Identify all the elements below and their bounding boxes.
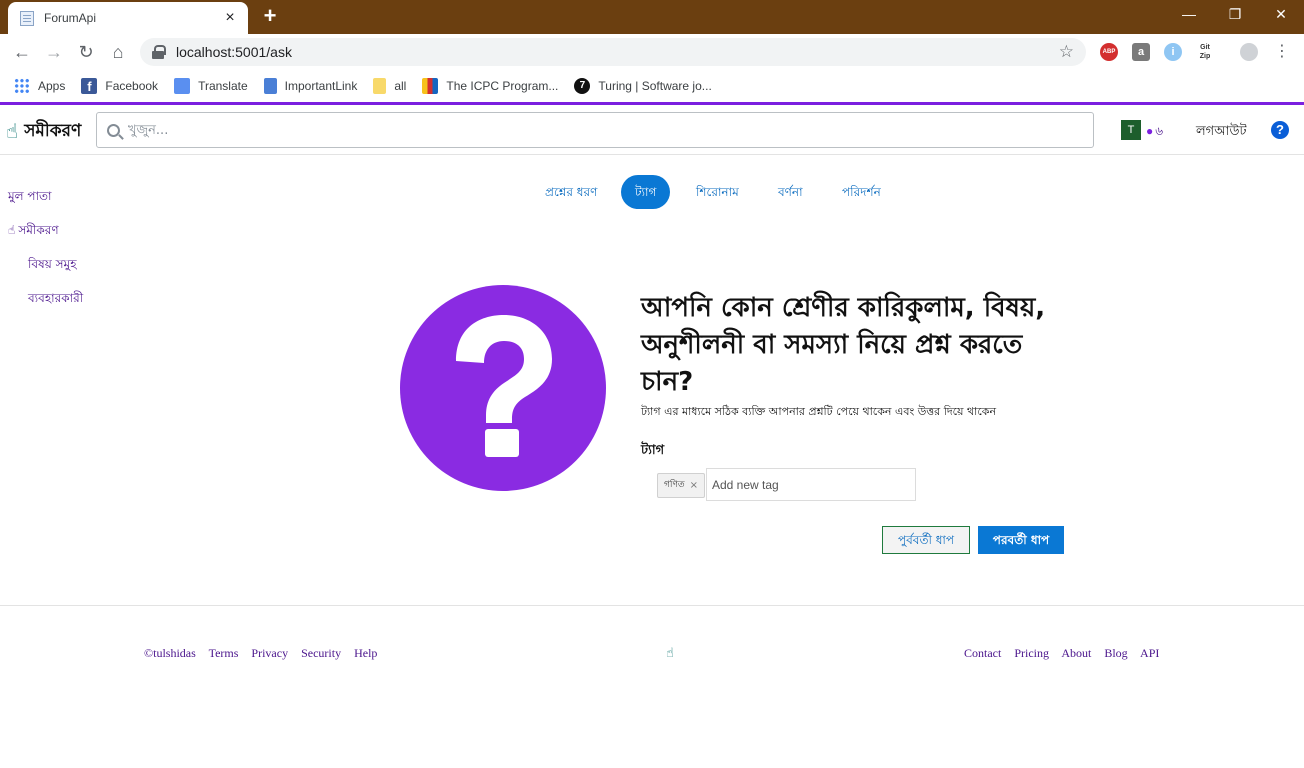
page-favicon-icon: [20, 10, 34, 26]
browser-toolbar: ← → ↻ ⌂ localhost:5001/ask ☆ ABP a i Git…: [0, 34, 1304, 70]
home-icon[interactable]: ⌂: [104, 38, 132, 66]
badge-dot-icon: ●: [1146, 124, 1154, 138]
hand-nav-icon: ☝: [8, 223, 16, 237]
search-box[interactable]: [96, 112, 1094, 148]
tag-chip[interactable]: গণিত ×: [657, 473, 706, 498]
footer-right-links: Contact Pricing About Blog API: [964, 646, 1159, 661]
tag-field-label: ট্যাগ: [641, 443, 665, 458]
tab-title: ForumApi: [44, 11, 97, 25]
tab-description[interactable]: বর্ণনা: [778, 175, 803, 209]
footer-security-link[interactable]: Security: [301, 646, 341, 660]
reputation-count: ৬: [1155, 124, 1164, 138]
footer-pricing-link[interactable]: Pricing: [1014, 646, 1049, 660]
site-header: ☝ সমীকরণ T ●৬ লগআউট ?: [0, 105, 1304, 155]
nav-site-label: সমীকরণ: [18, 223, 59, 237]
nav-site[interactable]: ☝ সমীকরণ: [8, 222, 59, 242]
footer-divider: [0, 605, 1304, 606]
site-logo[interactable]: ☝ সমীকরণ: [6, 118, 81, 146]
footer-help-link[interactable]: Help: [354, 646, 377, 660]
site-name: সমীকরণ: [24, 121, 82, 141]
browser-tabstrip: ForumApi × + — ❐ ✕: [0, 0, 1304, 34]
turing-icon: 7: [574, 78, 591, 94]
next-step-button[interactable]: পরবর্তী ধাপ: [978, 526, 1064, 554]
nav-users[interactable]: ব্যবহারকারী: [28, 290, 83, 310]
bookmark-all[interactable]: all: [373, 78, 406, 94]
restore-window-icon[interactable]: ❐: [1212, 0, 1258, 30]
tag-remove-icon[interactable]: ×: [690, 474, 698, 497]
nav-topics[interactable]: বিষয় সমুহ: [28, 256, 77, 276]
document-icon: [263, 78, 277, 94]
forward-icon[interactable]: →: [40, 38, 68, 66]
footer-api-link[interactable]: API: [1140, 646, 1159, 660]
bookmark-star-icon[interactable]: ☆: [1059, 42, 1074, 62]
url-text: localhost:5001/ask: [176, 44, 292, 60]
bookmark-apps[interactable]: Apps: [14, 78, 65, 94]
back-icon[interactable]: ←: [8, 38, 36, 66]
close-window-icon[interactable]: ✕: [1258, 0, 1304, 30]
translate-icon: [174, 78, 191, 94]
tab-tags[interactable]: ট্যাগ: [621, 175, 671, 209]
minimize-window-icon[interactable]: —: [1166, 0, 1212, 30]
bookmark-facebook[interactable]: f Facebook: [81, 78, 158, 94]
tag-chip-label: গণিত: [664, 480, 685, 490]
bookmark-turing[interactable]: 7 Turing | Software jo...: [574, 78, 712, 94]
browser-menu-icon[interactable]: ⋮: [1268, 38, 1296, 66]
help-icon[interactable]: ?: [1271, 121, 1289, 139]
search-icon: [107, 123, 120, 137]
a-extension-icon[interactable]: a: [1132, 43, 1150, 61]
page-heading: আপনি কোন শ্রেণীর কারিকুলাম, বিষয়, অনুশী…: [641, 293, 1046, 397]
tag-input[interactable]: [706, 468, 916, 501]
bookmarks-bar: Apps f Facebook Translate ImportantLink …: [0, 70, 1304, 102]
tab-question-type[interactable]: প্রশ্নের ধরণ: [545, 175, 597, 209]
hand-logo-icon: ☝: [6, 121, 19, 143]
question-mark-icon: [400, 285, 606, 491]
search-input[interactable]: [128, 122, 1093, 138]
reload-icon[interactable]: ↻: [72, 38, 100, 66]
user-avatar[interactable]: T: [1121, 120, 1141, 140]
previous-step-button[interactable]: পুর্ববর্তী ধাপ: [882, 526, 970, 554]
facebook-icon: f: [81, 78, 98, 94]
footer-terms-link[interactable]: Terms: [209, 646, 239, 660]
footer-blog-link[interactable]: Blog: [1104, 646, 1127, 660]
footer-privacy-link[interactable]: Privacy: [251, 646, 288, 660]
adblock-extension-icon[interactable]: ABP: [1100, 43, 1118, 61]
tab-review[interactable]: পরিদর্শন: [842, 175, 881, 209]
nav-home[interactable]: মুল পাতা: [8, 188, 52, 208]
footer-left-links: ©tulshidas Terms Privacy Security Help: [144, 646, 377, 661]
lock-icon: [152, 45, 166, 59]
footer-contact-link[interactable]: Contact: [964, 646, 1001, 660]
info-extension-icon[interactable]: i: [1164, 43, 1182, 61]
footer-copyright: ©tulshidas: [144, 646, 196, 660]
bookmark-icpc[interactable]: The ICPC Program...: [422, 78, 558, 94]
footer-hand-logo-icon[interactable]: ☝: [666, 645, 674, 661]
address-bar[interactable]: localhost:5001/ask ☆: [140, 38, 1086, 66]
folder-icon: [373, 78, 387, 94]
tab-title[interactable]: শিরোনাম: [696, 175, 739, 209]
new-tab-button[interactable]: +: [258, 4, 282, 28]
page-subheading: ট্যাগ এর মাধ্যমে সঠিক ব্যক্তি আপনার প্রশ…: [641, 405, 997, 418]
tab-close-icon[interactable]: ×: [222, 9, 238, 27]
bookmark-importantlink[interactable]: ImportantLink: [263, 78, 357, 94]
logout-link[interactable]: লগআউট: [1196, 122, 1247, 143]
reputation-badge[interactable]: ● ৬: [1146, 123, 1163, 143]
gitzip-extension-icon[interactable]: Git Zip: [1196, 43, 1214, 61]
icpc-icon: [422, 78, 439, 94]
apps-grid-icon: [14, 78, 30, 94]
footer-about-link[interactable]: About: [1061, 646, 1091, 660]
profile-avatar-icon[interactable]: [1240, 43, 1258, 61]
bookmark-translate[interactable]: Translate: [174, 78, 248, 94]
browser-tab[interactable]: ForumApi ×: [8, 2, 248, 34]
